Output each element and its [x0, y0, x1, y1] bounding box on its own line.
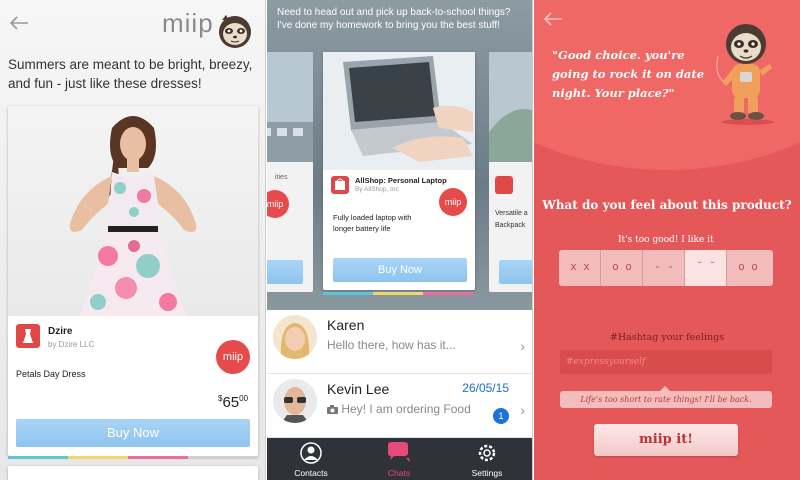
product-card[interactable]: Dzire by Dzire LLC miip Petals Day Dress…	[8, 106, 258, 456]
carousel-card-left[interactable]: ities miip	[267, 52, 313, 292]
hashtag-input[interactable]	[560, 350, 772, 374]
brand-name[interactable]: Dzire	[48, 326, 72, 337]
skip-note-link[interactable]: Life's too short to rate things! I'll be…	[560, 386, 772, 408]
buy-now-button-right[interactable]	[499, 260, 532, 284]
top-bar: miip	[0, 0, 265, 48]
neutral-face-icon: - -	[654, 260, 674, 273]
buy-now-button-left[interactable]	[267, 260, 303, 284]
bottom-tab-bar: Contacts Chats Settings	[267, 438, 532, 480]
price-main: 65	[222, 394, 240, 411]
chat-row[interactable]: Karen Hello there, how has it... ›	[267, 310, 532, 374]
chats-icon	[388, 442, 410, 462]
intro-text: Summers are meant to be bright, breezy, …	[8, 57, 253, 91]
model-in-dress-image	[69, 116, 197, 316]
color-strip	[188, 456, 258, 459]
carousel-indicator	[423, 292, 473, 295]
brand-name[interactable]: AllShop: Personal Laptop	[355, 176, 447, 185]
rating-option-2[interactable]: o o	[601, 250, 643, 286]
tab-label: Contacts	[294, 468, 328, 478]
camera-icon	[327, 405, 338, 414]
dead-face-icon: x x	[570, 260, 590, 273]
mascot-quote: "Good choice. you're going to rock it on…	[552, 48, 705, 100]
rating-option-3[interactable]: - -	[643, 250, 685, 286]
unread-count-badge: 1	[493, 408, 509, 424]
hashtag-label: #Hashtag your feelings	[609, 332, 725, 343]
brand-byline: by Dzire LLC	[48, 340, 95, 349]
product-photo[interactable]	[8, 106, 258, 316]
brand-logo-icon	[16, 324, 40, 348]
intro-text: Need to head out and pick up back-to-sch…	[277, 7, 511, 31]
product-description: Fully loaded laptop with longer battery …	[333, 213, 412, 233]
smile-face-icon: ˘ ˘	[696, 260, 716, 273]
carousel-indicator	[373, 292, 423, 295]
card-caption: Versatile a	[495, 210, 528, 217]
back-arrow-icon[interactable]	[8, 12, 30, 34]
rating-tooltip: It's too good! I like it	[618, 235, 714, 245]
chat-date: 26/05/15	[462, 381, 509, 395]
tab-label: Chats	[387, 468, 411, 478]
brand-logo-icon	[495, 176, 513, 194]
chat-last-message: Hey! I am ordering Food	[327, 402, 471, 416]
tab-settings[interactable]: Settings	[443, 438, 531, 480]
rating-question: What do you feel about this product?	[542, 198, 792, 212]
carousel-card-right[interactable]: Versatile a Backpack	[489, 52, 532, 292]
chat-last-message: Hello there, how has it...	[327, 338, 456, 352]
miip-it-button[interactable]: miip it!	[594, 424, 738, 456]
color-strip	[128, 456, 188, 459]
rating-option-5[interactable]: o o	[727, 250, 773, 286]
color-strip	[68, 456, 128, 459]
brand-byline: By AllShop, Inc	[355, 186, 399, 193]
card-caption-2: Backpack	[495, 222, 526, 229]
buy-now-button[interactable]: Buy Now	[16, 419, 250, 447]
next-product-card[interactable]	[8, 466, 258, 480]
chevron-right-icon: ›	[520, 338, 525, 354]
sloth-mascot-icon	[219, 15, 251, 48]
avatar	[273, 315, 317, 359]
chat-contact-name: Karen	[327, 317, 365, 333]
miip-logo: miip	[162, 8, 214, 38]
chat-list: Karen Hello there, how has it... › Kevin…	[267, 310, 532, 438]
back-arrow-icon[interactable]	[542, 8, 564, 30]
product-price: $6500	[218, 394, 248, 411]
miip-badge[interactable]: miip	[439, 188, 467, 216]
backpack-image	[489, 52, 532, 162]
miip-badge[interactable]: miip	[216, 340, 250, 374]
chat-message-text: Hey! I am ordering Food	[341, 402, 471, 416]
tab-label: Settings	[471, 468, 503, 478]
color-strip	[8, 456, 68, 459]
product-card-laptop[interactable]: AllShop: Personal Laptop By AllShop, Inc…	[323, 52, 475, 290]
chevron-right-icon: ›	[520, 402, 525, 418]
rating-option-1[interactable]: x x	[559, 250, 601, 286]
rating-option-4[interactable]: ˘ ˘	[685, 250, 727, 286]
rating-selector: x x o o - - ˘ ˘ o o	[559, 250, 773, 286]
sad-face-icon: o o	[612, 260, 632, 273]
miip-badge[interactable]: miip	[267, 190, 289, 218]
laptop-image	[323, 52, 475, 170]
price-cents: 00	[239, 394, 249, 403]
building-image	[267, 52, 313, 162]
tab-chats[interactable]: Chats	[355, 438, 443, 480]
chat-product-panel: Need to head out and pick up back-to-sch…	[267, 0, 533, 480]
sloth-astronaut-mascot-icon	[716, 24, 774, 125]
avatar	[273, 379, 317, 423]
chat-contact-name: Kevin Lee	[327, 381, 390, 397]
card-caption: ities	[275, 174, 288, 181]
contacts-icon	[300, 442, 322, 464]
product-panel-dresses: miip Summers are meant to be bright, bre…	[0, 0, 266, 480]
brand-logo-icon	[331, 176, 349, 194]
carousel-indicator	[323, 292, 373, 295]
product-description: Petals Day Dress	[16, 369, 86, 379]
chat-row[interactable]: Kevin Lee Hey! I am ordering Food 26/05/…	[267, 374, 532, 438]
grin-face-icon: o o	[738, 260, 758, 273]
buy-now-button[interactable]: Buy Now	[333, 258, 467, 282]
rating-panel: "Good choice. you're going to rock it on…	[534, 0, 800, 480]
tab-contacts[interactable]: Contacts	[267, 438, 355, 480]
settings-icon	[478, 444, 496, 462]
